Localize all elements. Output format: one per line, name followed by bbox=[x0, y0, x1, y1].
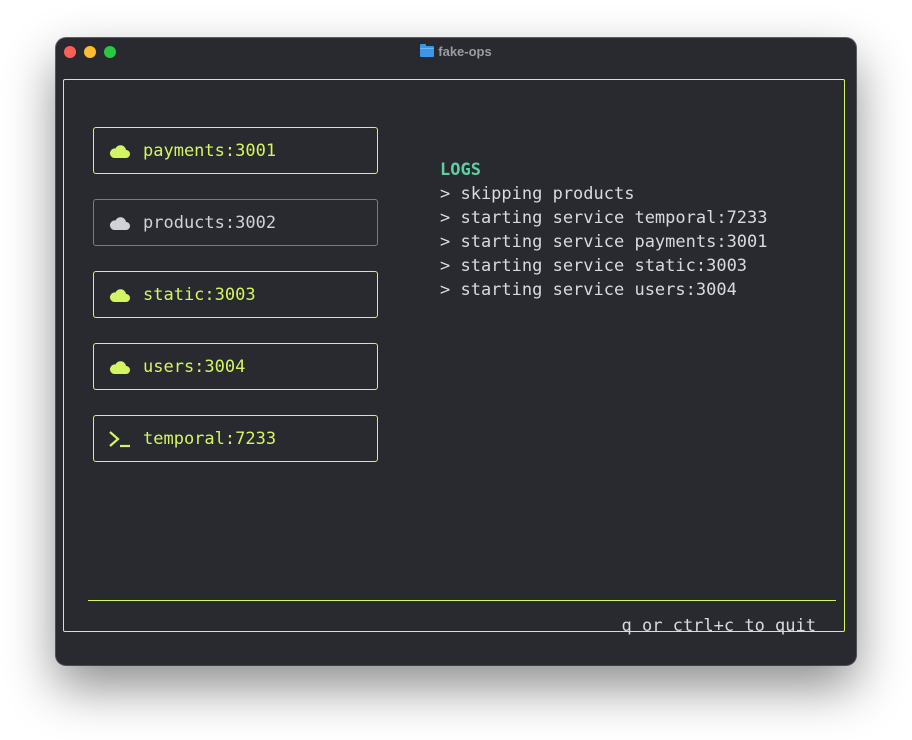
service-label: temporal:7233 bbox=[143, 429, 277, 449]
service-label: products:3002 bbox=[143, 213, 277, 233]
terminal-window: fake-ops payments:3001 products:3002 sta… bbox=[56, 38, 856, 665]
service-item-users[interactable]: users:3004 bbox=[93, 343, 378, 390]
log-line: > starting service static:3003 bbox=[440, 256, 748, 276]
cloud-icon bbox=[109, 145, 130, 158]
log-line: > starting service payments:3001 bbox=[440, 232, 768, 252]
window-title-text: fake-ops bbox=[438, 44, 492, 59]
app-frame: payments:3001 products:3002 static:3003 … bbox=[63, 79, 845, 636]
folder-icon bbox=[420, 44, 435, 57]
service-item-temporal[interactable]: temporal:7233 bbox=[93, 415, 378, 462]
cloud-icon bbox=[109, 217, 130, 230]
service-item-products[interactable]: products:3002 bbox=[93, 199, 378, 246]
window-title: fake-ops bbox=[56, 44, 856, 59]
terminal-icon bbox=[109, 431, 130, 448]
service-label: static:3003 bbox=[143, 285, 256, 305]
log-line: > starting service temporal:7233 bbox=[440, 208, 768, 228]
service-label: payments:3001 bbox=[143, 141, 277, 161]
service-label: users:3004 bbox=[143, 357, 246, 377]
log-line: > skipping products bbox=[440, 184, 635, 204]
title-bar: fake-ops bbox=[56, 38, 856, 66]
log-line: > starting service users:3004 bbox=[440, 280, 737, 300]
cloud-icon bbox=[109, 289, 130, 302]
service-item-static[interactable]: static:3003 bbox=[93, 271, 378, 318]
service-item-payments[interactable]: payments:3001 bbox=[93, 127, 378, 174]
logs-title: LOGS bbox=[440, 160, 481, 180]
cloud-icon bbox=[109, 361, 130, 374]
logs-panel: LOGS > skipping products > starting serv… bbox=[440, 158, 840, 302]
quit-hint: q or ctrl+c to quit bbox=[621, 616, 816, 636]
footer-divider bbox=[88, 600, 836, 601]
